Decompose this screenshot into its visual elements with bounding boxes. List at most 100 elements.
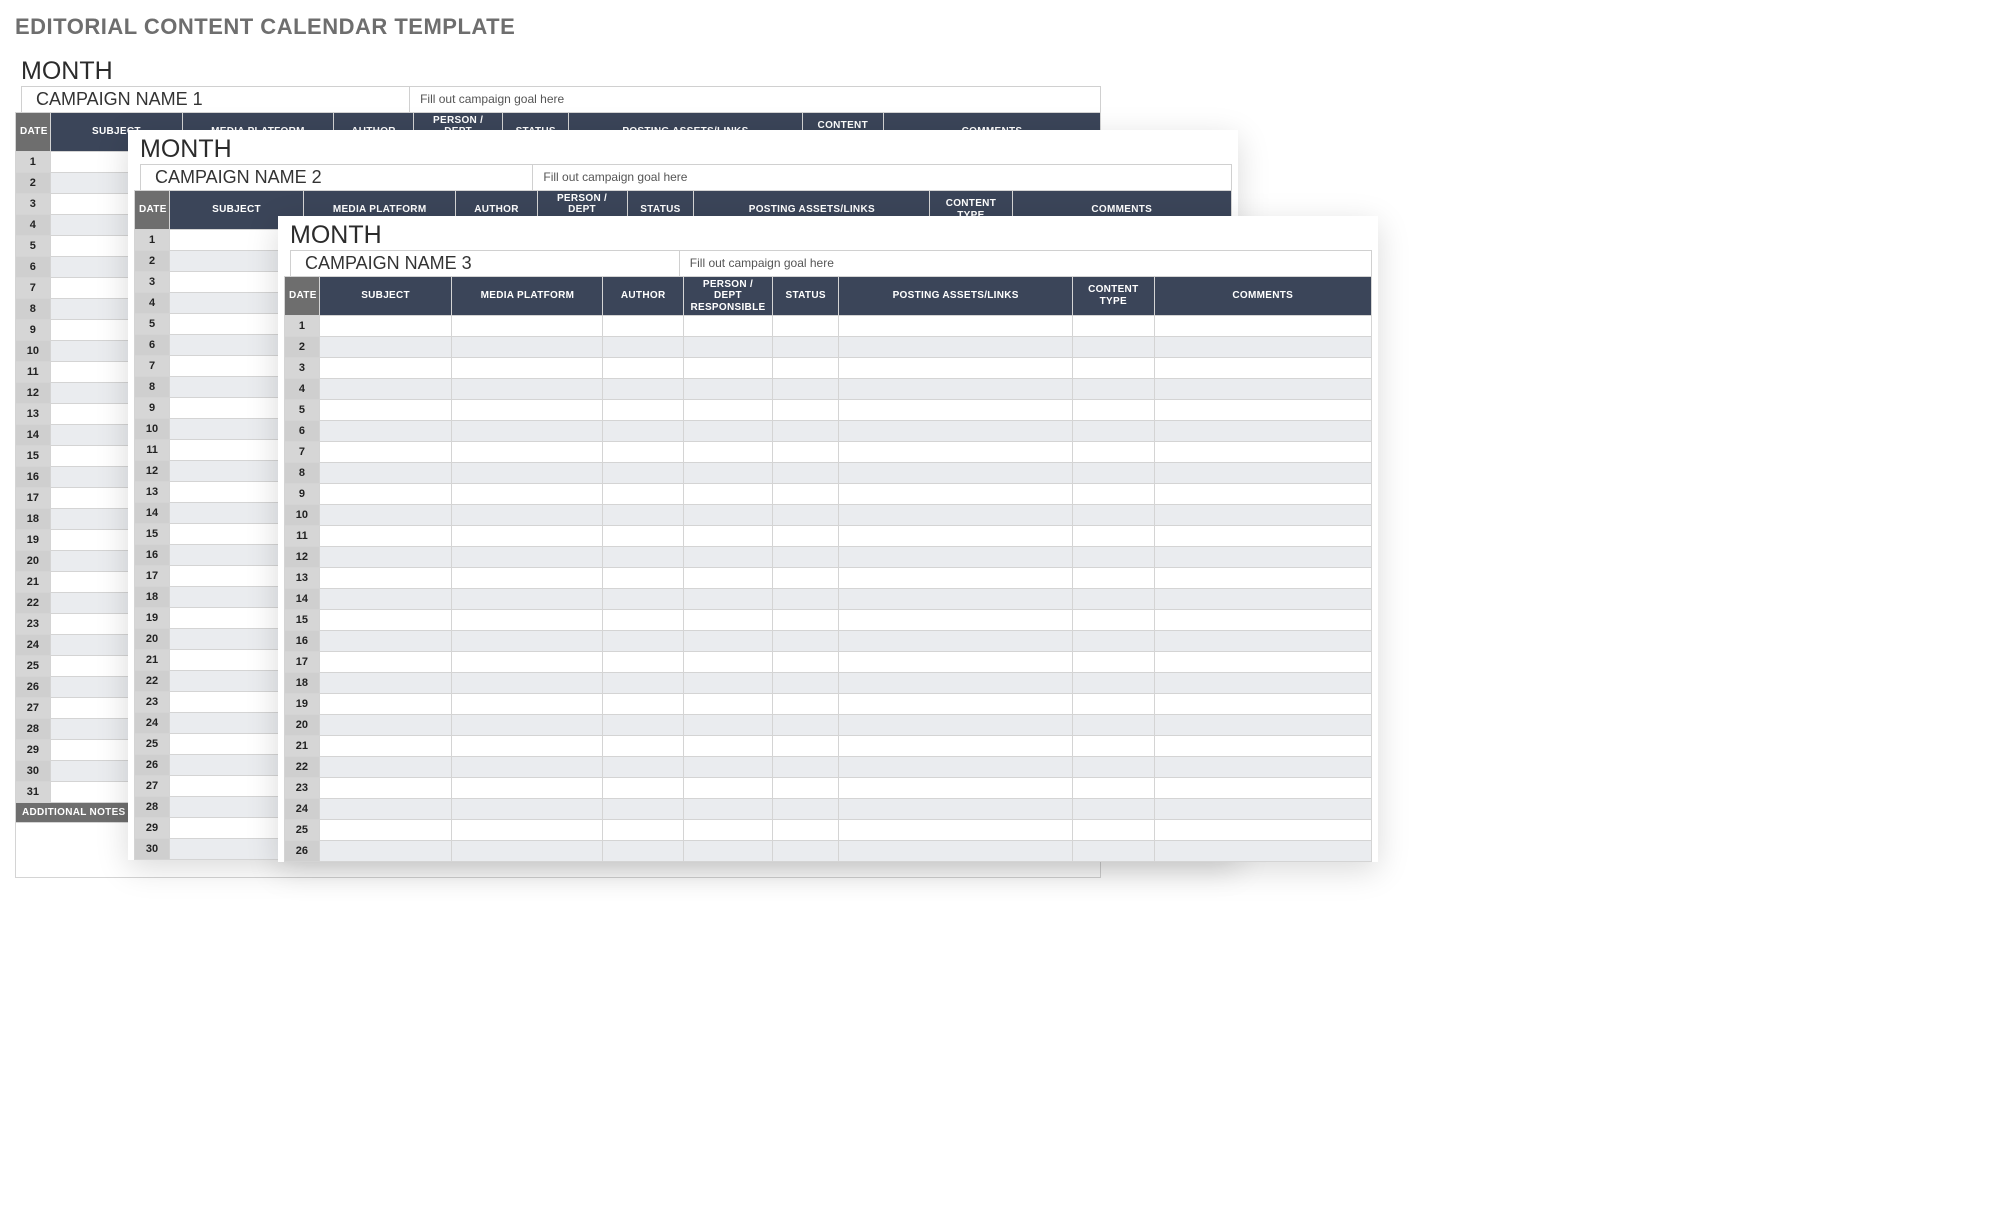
- cell[interactable]: [773, 526, 839, 547]
- cell[interactable]: [773, 316, 839, 337]
- cell[interactable]: [319, 379, 452, 400]
- cell[interactable]: [319, 778, 452, 799]
- cell[interactable]: [452, 400, 603, 421]
- cell[interactable]: [683, 694, 772, 715]
- cell[interactable]: [1154, 379, 1371, 400]
- cell[interactable]: [452, 673, 603, 694]
- cell[interactable]: [773, 358, 839, 379]
- campaign-name[interactable]: CAMPAIGN NAME 2: [141, 165, 533, 190]
- cell[interactable]: [1154, 442, 1371, 463]
- cell[interactable]: [1154, 547, 1371, 568]
- cell[interactable]: [452, 316, 603, 337]
- cell[interactable]: [1073, 463, 1155, 484]
- cell[interactable]: [683, 421, 772, 442]
- cell[interactable]: [683, 631, 772, 652]
- cell[interactable]: [773, 337, 839, 358]
- cell[interactable]: [1154, 421, 1371, 442]
- cell[interactable]: [319, 673, 452, 694]
- cell[interactable]: [683, 337, 772, 358]
- cell[interactable]: [452, 715, 603, 736]
- cell[interactable]: [603, 400, 683, 421]
- cell[interactable]: [839, 463, 1073, 484]
- cell[interactable]: [773, 400, 839, 421]
- cell[interactable]: [452, 631, 603, 652]
- cell[interactable]: [603, 652, 683, 673]
- cell[interactable]: [773, 715, 839, 736]
- cell[interactable]: [839, 631, 1073, 652]
- cell[interactable]: [1154, 715, 1371, 736]
- cell[interactable]: [1154, 463, 1371, 484]
- cell[interactable]: [452, 442, 603, 463]
- cell[interactable]: [773, 547, 839, 568]
- cell[interactable]: [839, 505, 1073, 526]
- cell[interactable]: [319, 400, 452, 421]
- cell[interactable]: [603, 589, 683, 610]
- cell[interactable]: [319, 631, 452, 652]
- cell[interactable]: [1073, 673, 1155, 694]
- cell[interactable]: [452, 526, 603, 547]
- cell[interactable]: [319, 715, 452, 736]
- cell[interactable]: [839, 421, 1073, 442]
- cell[interactable]: [319, 526, 452, 547]
- cell[interactable]: [1073, 652, 1155, 673]
- cell[interactable]: [1154, 652, 1371, 673]
- cell[interactable]: [683, 715, 772, 736]
- cell[interactable]: [319, 463, 452, 484]
- cell[interactable]: [773, 799, 839, 820]
- cell[interactable]: [1154, 316, 1371, 337]
- cell[interactable]: [1073, 715, 1155, 736]
- cell[interactable]: [1073, 820, 1155, 841]
- cell[interactable]: [319, 694, 452, 715]
- cell[interactable]: [839, 757, 1073, 778]
- cell[interactable]: [452, 694, 603, 715]
- cell[interactable]: [839, 652, 1073, 673]
- cell[interactable]: [683, 358, 772, 379]
- cell[interactable]: [839, 778, 1073, 799]
- cell[interactable]: [603, 694, 683, 715]
- campaign-name[interactable]: CAMPAIGN NAME 3: [291, 251, 680, 276]
- cell[interactable]: [773, 736, 839, 757]
- cell[interactable]: [773, 484, 839, 505]
- cell[interactable]: [452, 358, 603, 379]
- cell[interactable]: [452, 589, 603, 610]
- cell[interactable]: [603, 736, 683, 757]
- cell[interactable]: [1154, 841, 1371, 862]
- cell[interactable]: [683, 820, 772, 841]
- cell[interactable]: [319, 316, 452, 337]
- cell[interactable]: [1073, 757, 1155, 778]
- cell[interactable]: [603, 358, 683, 379]
- cell[interactable]: [603, 568, 683, 589]
- cell[interactable]: [683, 568, 772, 589]
- cell[interactable]: [319, 610, 452, 631]
- cell[interactable]: [839, 484, 1073, 505]
- cell[interactable]: [603, 547, 683, 568]
- cell[interactable]: [1073, 841, 1155, 862]
- cell[interactable]: [839, 715, 1073, 736]
- cell[interactable]: [683, 526, 772, 547]
- cell[interactable]: [683, 673, 772, 694]
- cell[interactable]: [1073, 526, 1155, 547]
- cell[interactable]: [773, 379, 839, 400]
- cell[interactable]: [1154, 400, 1371, 421]
- cell[interactable]: [683, 736, 772, 757]
- cell[interactable]: [839, 736, 1073, 757]
- cell[interactable]: [1154, 757, 1371, 778]
- cell[interactable]: [319, 841, 452, 862]
- cell[interactable]: [319, 589, 452, 610]
- cell[interactable]: [603, 337, 683, 358]
- cell[interactable]: [603, 799, 683, 820]
- cell[interactable]: [1073, 337, 1155, 358]
- cell[interactable]: [773, 463, 839, 484]
- cell[interactable]: [839, 610, 1073, 631]
- cell[interactable]: [1154, 736, 1371, 757]
- cell[interactable]: [1073, 505, 1155, 526]
- cell[interactable]: [683, 463, 772, 484]
- cell[interactable]: [319, 358, 452, 379]
- cell[interactable]: [1073, 778, 1155, 799]
- cell[interactable]: [1154, 484, 1371, 505]
- cell[interactable]: [683, 589, 772, 610]
- cell[interactable]: [683, 484, 772, 505]
- cell[interactable]: [839, 316, 1073, 337]
- campaign-goal-input[interactable]: Fill out campaign goal here: [680, 251, 1371, 276]
- cell[interactable]: [773, 652, 839, 673]
